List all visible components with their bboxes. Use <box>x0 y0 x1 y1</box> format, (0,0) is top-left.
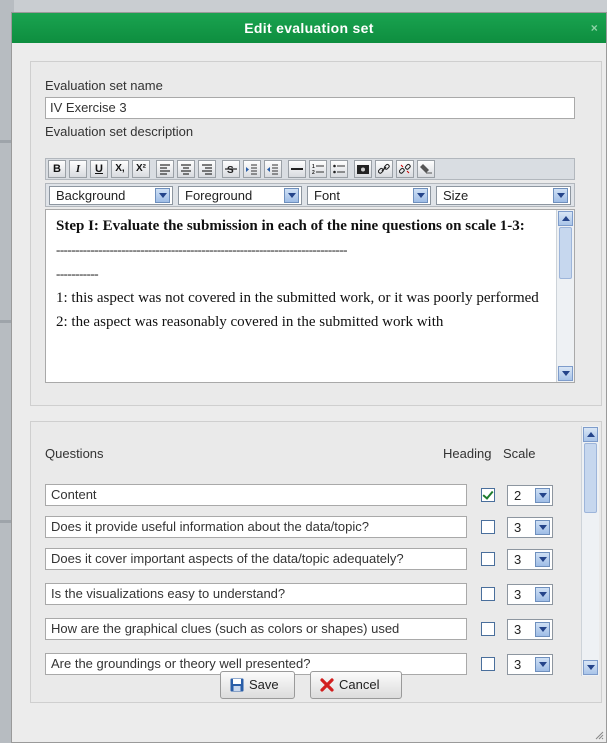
scale-select[interactable]: 3 <box>507 654 553 675</box>
strikethrough-icon[interactable]: S <box>222 160 240 178</box>
save-button[interactable]: Save <box>220 671 295 699</box>
scale-select[interactable]: 3 <box>507 584 553 605</box>
dialog-titlebar[interactable]: Edit evaluation set × <box>12 13 606 43</box>
question-input[interactable]: Does it provide useful information about… <box>45 516 467 538</box>
svg-text:S: S <box>227 165 234 175</box>
chevron-down-icon <box>535 622 550 637</box>
clean-format-icon[interactable] <box>417 160 435 178</box>
scroll-down-icon[interactable] <box>558 366 573 381</box>
heading-header: Heading <box>443 446 492 461</box>
unlink-icon[interactable] <box>396 160 414 178</box>
editor-toolbar: B I U X, X² S 12 <box>45 158 575 180</box>
questions-scrollbar[interactable] <box>581 426 599 676</box>
scroll-thumb[interactable] <box>559 227 572 279</box>
chevron-down-icon <box>413 188 428 203</box>
heading-checkbox[interactable] <box>481 552 495 566</box>
scroll-down-icon[interactable] <box>583 660 598 675</box>
scale-value: 3 <box>514 520 522 535</box>
bullet-list-icon[interactable] <box>330 160 348 178</box>
scale-select[interactable]: 2 <box>507 485 553 506</box>
chevron-down-icon <box>535 552 550 567</box>
question-input[interactable]: Does it cover important aspects of the d… <box>45 548 467 570</box>
bold-button[interactable]: B <box>48 160 66 178</box>
heading-checkbox[interactable] <box>481 520 495 534</box>
question-input[interactable]: Is the visualizations easy to understand… <box>45 583 467 605</box>
scroll-up-icon[interactable] <box>583 427 598 442</box>
font-select[interactable]: Font <box>307 186 431 205</box>
indent-icon[interactable] <box>243 160 261 178</box>
editor-line-2: 2: the aspect was reasonably covered in … <box>56 314 444 330</box>
foreground-select[interactable]: Foreground <box>178 186 302 205</box>
image-icon[interactable] <box>354 160 372 178</box>
heading-checkbox[interactable] <box>481 587 495 601</box>
scale-select[interactable]: 3 <box>507 549 553 570</box>
scale-select[interactable]: 3 <box>507 619 553 640</box>
editor-divider: ----------------------------------------… <box>56 242 348 257</box>
chevron-down-icon <box>535 488 550 503</box>
ordered-list-icon[interactable]: 12 <box>309 160 327 178</box>
underline-button[interactable]: U <box>90 160 108 178</box>
editor-heading: Step I: Evaluate the submission in each … <box>56 218 525 234</box>
editor-line-1: 1: this aspect was not covered in the su… <box>56 290 539 306</box>
chevron-down-icon <box>553 188 568 203</box>
heading-checkbox[interactable] <box>481 488 495 502</box>
question-input[interactable]: Content <box>45 484 467 506</box>
background-select-label: Background <box>56 188 126 203</box>
editor-scrollbar[interactable] <box>556 210 574 382</box>
align-left-icon[interactable] <box>156 160 174 178</box>
scale-value: 3 <box>514 552 522 567</box>
cancel-button-label: Cancel <box>339 677 380 692</box>
description-label: Evaluation set description <box>45 124 194 139</box>
heading-checkbox[interactable] <box>481 657 495 671</box>
questions-panel: Questions Heading Scale Content 2 Does it … <box>30 421 602 703</box>
link-icon[interactable] <box>375 160 393 178</box>
size-select[interactable]: Size <box>436 186 571 205</box>
svg-text:2: 2 <box>312 170 315 175</box>
scroll-thumb[interactable] <box>584 443 597 513</box>
description-panel: Evaluation set name IV Exercise 3 Evalua… <box>30 61 602 406</box>
name-label: Evaluation set name <box>45 78 163 93</box>
subscript-button[interactable]: X, <box>111 160 129 178</box>
description-editor[interactable]: Step I: Evaluate the submission in each … <box>45 209 575 383</box>
scale-value: 3 <box>514 587 522 602</box>
chevron-down-icon <box>535 657 550 672</box>
font-select-label: Font <box>314 188 341 203</box>
scale-value: 2 <box>514 488 522 503</box>
questions-header: Questions <box>45 446 104 461</box>
cancel-button[interactable]: Cancel <box>310 671 402 699</box>
outdent-icon[interactable] <box>264 160 282 178</box>
scroll-up-icon[interactable] <box>558 211 573 226</box>
scale-value: 3 <box>514 657 522 672</box>
scale-header: Scale <box>503 446 536 461</box>
name-input[interactable]: IV Exercise 3 <box>45 97 575 119</box>
resize-grip-icon[interactable] <box>594 730 604 740</box>
foreground-select-label: Foreground <box>185 188 253 203</box>
dialog-title: Edit evaluation set <box>244 20 374 36</box>
chevron-down-icon <box>284 188 299 203</box>
background-select[interactable]: Background <box>49 186 173 205</box>
save-icon <box>230 678 244 692</box>
cancel-icon <box>320 678 334 692</box>
editor-divider-2: ----------- <box>56 266 99 281</box>
close-icon[interactable]: × <box>591 13 598 43</box>
italic-button[interactable]: I <box>69 160 87 178</box>
align-right-icon[interactable] <box>198 160 216 178</box>
scale-select[interactable]: 3 <box>507 517 553 538</box>
scale-value: 3 <box>514 622 522 637</box>
question-input[interactable]: How are the graphical clues (such as col… <box>45 618 467 640</box>
size-select-label: Size <box>443 188 469 203</box>
edit-evaluation-dialog: Edit evaluation set × Evaluation set nam… <box>11 12 607 743</box>
chevron-down-icon <box>155 188 170 203</box>
format-select-row: Background Foreground Font Size <box>45 183 575 207</box>
chevron-down-icon <box>535 587 550 602</box>
horizontal-rule-icon[interactable] <box>288 160 306 178</box>
align-center-icon[interactable] <box>177 160 195 178</box>
chevron-down-icon <box>535 520 550 535</box>
save-button-label: Save <box>249 677 279 692</box>
heading-checkbox[interactable] <box>481 622 495 636</box>
superscript-button[interactable]: X² <box>132 160 150 178</box>
